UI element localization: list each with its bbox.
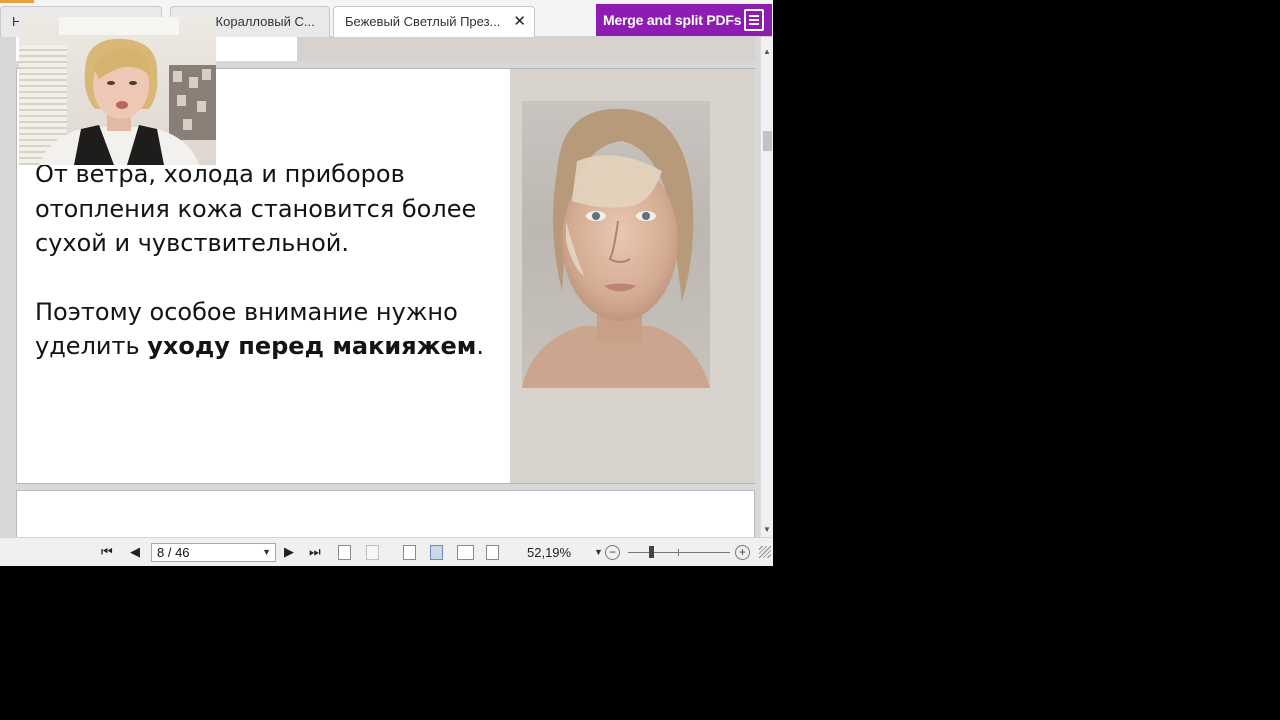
scroll-up-icon[interactable]: ▲ bbox=[763, 47, 771, 56]
paragraph-2-end: . bbox=[476, 332, 485, 360]
previous-view-icon[interactable] bbox=[338, 545, 351, 560]
first-page-icon[interactable]: ⏮ bbox=[101, 544, 113, 560]
webcam-overlay bbox=[19, 17, 216, 165]
continuous-page-icon[interactable] bbox=[430, 545, 443, 560]
zoom-slider-midmark bbox=[678, 549, 679, 556]
close-icon[interactable]: ✕ bbox=[513, 7, 526, 37]
pdf-document-icon bbox=[744, 9, 764, 31]
page-number-input[interactable]: 8 / 46 ▼ bbox=[151, 543, 276, 562]
single-page-icon[interactable] bbox=[403, 545, 416, 560]
tab-label: о-Коралловый С... bbox=[204, 14, 315, 29]
chevron-down-icon[interactable]: ▼ bbox=[262, 544, 271, 561]
slide-body-text: От ветра, холода и приборов отопления ко… bbox=[35, 157, 505, 398]
facing-pages-icon[interactable] bbox=[457, 545, 474, 560]
slide-paragraph-2: Поэтому особое внимание нужно уделить ух… bbox=[35, 295, 505, 364]
tab-document-active[interactable]: Бежевый Светлый През... ✕ bbox=[333, 6, 535, 38]
resize-grip-icon[interactable] bbox=[759, 546, 771, 558]
paragraph-2-bold: уходу перед макияжем bbox=[147, 332, 477, 360]
next-page-edge bbox=[16, 490, 755, 540]
app-accent-strip bbox=[0, 0, 34, 3]
previous-page-icon[interactable]: ◀ bbox=[130, 544, 140, 560]
portrait-photo bbox=[522, 101, 710, 388]
scroll-down-icon[interactable]: ▼ bbox=[763, 525, 771, 534]
continuous-facing-icon[interactable] bbox=[486, 545, 499, 560]
tab-label: Бежевый Светлый През... bbox=[345, 14, 501, 29]
scrollbar-thumb[interactable] bbox=[763, 131, 772, 151]
promo-label: Merge and split PDFs bbox=[603, 12, 742, 28]
slide-paragraph-1: От ветра, холода и приборов отопления ко… bbox=[35, 160, 477, 257]
next-page-icon[interactable]: ▶ bbox=[284, 544, 294, 560]
bottom-toolbar: ⏮ ◀ 8 / 46 ▼ ▶ ⏭ 52,19% ▼ − + bbox=[0, 537, 773, 566]
merge-split-promo-button[interactable]: Merge and split PDFs bbox=[596, 4, 772, 36]
next-view-icon[interactable] bbox=[366, 545, 379, 560]
webcam-presenter bbox=[39, 38, 199, 165]
vertical-scrollbar[interactable]: ▲ ▼ bbox=[760, 37, 773, 537]
zoom-slider-thumb[interactable] bbox=[649, 546, 654, 558]
zoom-level[interactable]: 52,19% bbox=[527, 545, 571, 560]
chevron-down-icon[interactable]: ▼ bbox=[594, 547, 603, 557]
zoom-out-icon[interactable]: − bbox=[605, 545, 620, 560]
page-indicator: 8 / 46 bbox=[157, 545, 190, 560]
zoom-in-icon[interactable]: + bbox=[735, 545, 750, 560]
zoom-slider-track[interactable] bbox=[628, 552, 730, 553]
last-page-icon[interactable]: ⏭ bbox=[309, 544, 321, 560]
